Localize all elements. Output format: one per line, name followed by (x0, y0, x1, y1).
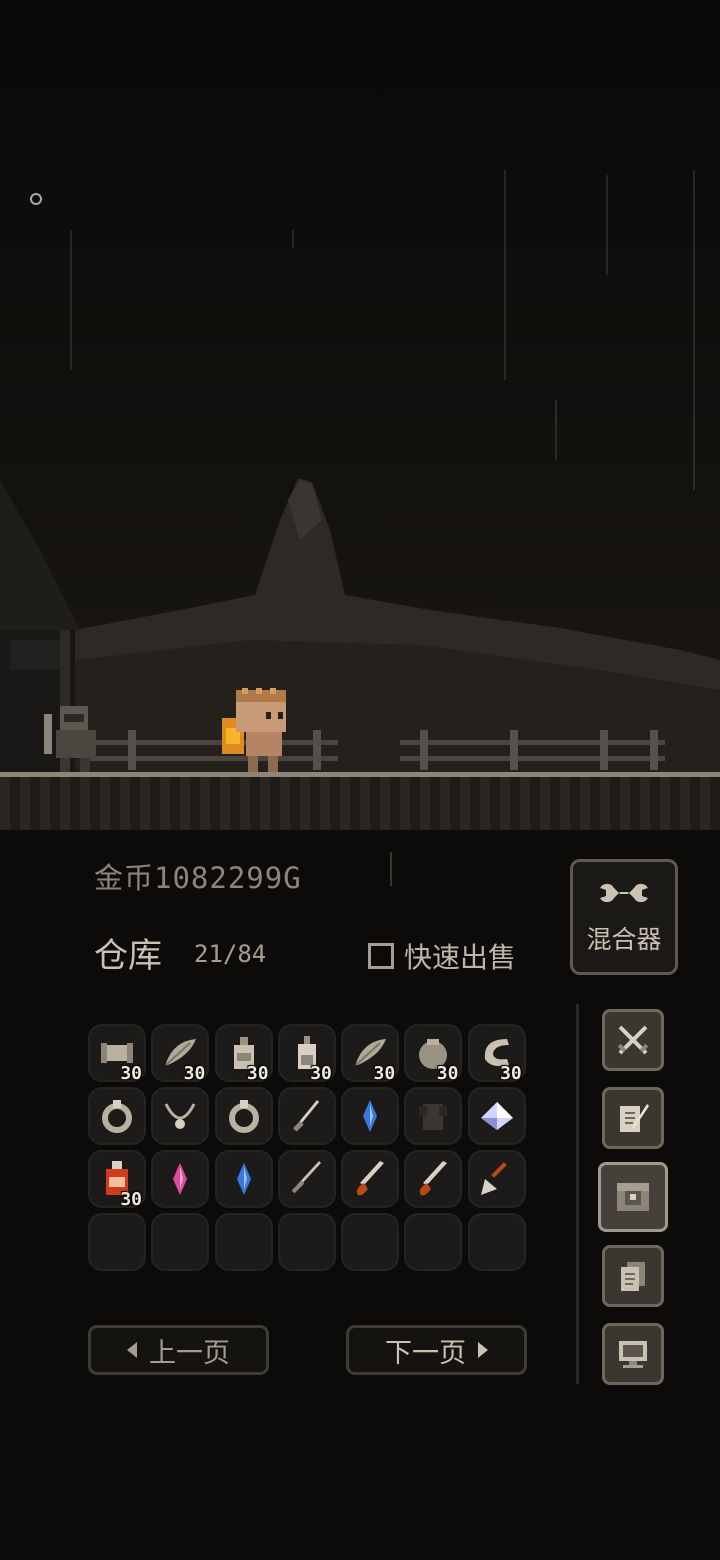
item-quantity: 30 (500, 1063, 522, 1084)
diamond-gem-icon (480, 1102, 513, 1130)
rain-streak (555, 400, 557, 460)
rain-streak (292, 230, 294, 248)
inventory-slot[interactable] (404, 1213, 463, 1271)
storage-button[interactable] (598, 1162, 668, 1232)
inventory-slot[interactable] (404, 1087, 463, 1145)
divider (390, 852, 392, 886)
blue-crystal-icon (236, 1163, 251, 1195)
inventory-slot[interactable] (151, 1087, 210, 1145)
mixer-label: 混合器 (586, 925, 662, 954)
saw-blade-icon (357, 1161, 385, 1196)
inventory-slot[interactable]: 30 (404, 1024, 463, 1084)
quill-paper-icon (620, 1104, 649, 1132)
inventory-slot[interactable]: 30 (88, 1150, 146, 1210)
next-page-label: 下一页 (385, 1337, 466, 1369)
inventory-slot[interactable] (467, 1213, 526, 1271)
item-quantity: 30 (436, 1063, 459, 1084)
equipment-button[interactable] (602, 1009, 664, 1071)
item-quantity: 30 (120, 1063, 142, 1084)
inventory-slot[interactable] (88, 1213, 146, 1271)
inventory-slot[interactable] (341, 1087, 400, 1145)
shovel-icon (480, 1162, 507, 1195)
next-page-button[interactable]: 下一页 (346, 1325, 527, 1375)
prev-page-label: 上一页 (149, 1337, 230, 1369)
inventory-slot[interactable] (277, 1213, 336, 1271)
computer-icon (619, 1341, 647, 1368)
quick-sell-label: 快速出售 (404, 941, 517, 974)
inventory-slot[interactable] (277, 1150, 336, 1208)
documents-icon (621, 1262, 645, 1291)
necklace-icon (164, 1103, 196, 1129)
location-pin-icon[interactable] (30, 193, 42, 205)
player-character[interactable] (218, 688, 298, 774)
inventory-slot[interactable]: 30 (467, 1024, 526, 1084)
arrow-left-icon (127, 1342, 137, 1358)
ring-icon (102, 1100, 132, 1133)
rain-streak (606, 175, 608, 275)
inventory-slot[interactable]: 30 (341, 1024, 400, 1084)
wrench-icon (600, 883, 648, 903)
inventory-slot[interactable]: 30 (88, 1024, 146, 1084)
settings-button[interactable] (602, 1323, 664, 1385)
inventory-slot[interactable] (467, 1150, 526, 1208)
dark-armor-icon (419, 1104, 448, 1130)
item-quantity: 30 (183, 1063, 206, 1084)
inventory-slot[interactable] (214, 1087, 273, 1145)
quick-sell-checkbox[interactable] (368, 943, 394, 969)
inventory-slot[interactable] (341, 1150, 400, 1208)
rain-streak (693, 170, 695, 490)
arrow-right-icon (478, 1342, 488, 1358)
ring-icon (228, 1100, 259, 1133)
records-button[interactable] (602, 1245, 664, 1307)
knight-npc[interactable] (42, 700, 106, 772)
inventory-slot[interactable] (151, 1213, 210, 1271)
inventory-slot[interactable] (88, 1087, 146, 1145)
blue-crystal-icon (363, 1100, 378, 1132)
item-quantity: 30 (310, 1063, 332, 1084)
chest-icon (617, 1183, 649, 1211)
panel-divider (576, 1004, 579, 1384)
inventory-slot[interactable]: 30 (277, 1024, 336, 1084)
prev-page-button[interactable]: 上一页 (88, 1325, 269, 1375)
saw-blade-icon (420, 1161, 448, 1196)
inventory-slot[interactable] (404, 1150, 463, 1208)
inventory-slot[interactable]: 30 (214, 1024, 273, 1084)
cobblestone-ground (0, 772, 720, 830)
inventory-slot[interactable]: 30 (151, 1024, 210, 1084)
inventory-slot[interactable] (341, 1213, 400, 1271)
item-quantity: 30 (246, 1063, 269, 1084)
crossed-swords-icon (617, 1025, 649, 1055)
fence (400, 730, 665, 770)
rain-streak (70, 230, 72, 370)
quick-sell-toggle[interactable]: 快速出售 (368, 936, 516, 976)
inventory-slot[interactable] (214, 1150, 273, 1208)
item-quantity: 30 (373, 1063, 396, 1084)
inventory-slot[interactable] (277, 1087, 336, 1145)
storage-capacity: 21/84 (194, 940, 267, 968)
quest-button[interactable] (602, 1087, 664, 1149)
rain-streak (504, 170, 506, 380)
inventory-grid: 30 30 30 30 30 30 30 30 (88, 1024, 526, 1271)
mixer-button[interactable]: 混合器 (570, 859, 678, 975)
inventory-slot[interactable] (214, 1213, 273, 1271)
sword-icon (291, 1161, 321, 1194)
dagger-icon (292, 1100, 319, 1132)
pink-crystal-icon (173, 1163, 188, 1195)
game-scene (0, 0, 720, 830)
storage-title: 仓库 (94, 936, 162, 976)
gold-counter: 金币1082299G (94, 861, 302, 895)
item-quantity: 30 (120, 1189, 142, 1210)
inventory-slot[interactable] (467, 1087, 526, 1145)
inventory-slot[interactable] (151, 1150, 210, 1208)
